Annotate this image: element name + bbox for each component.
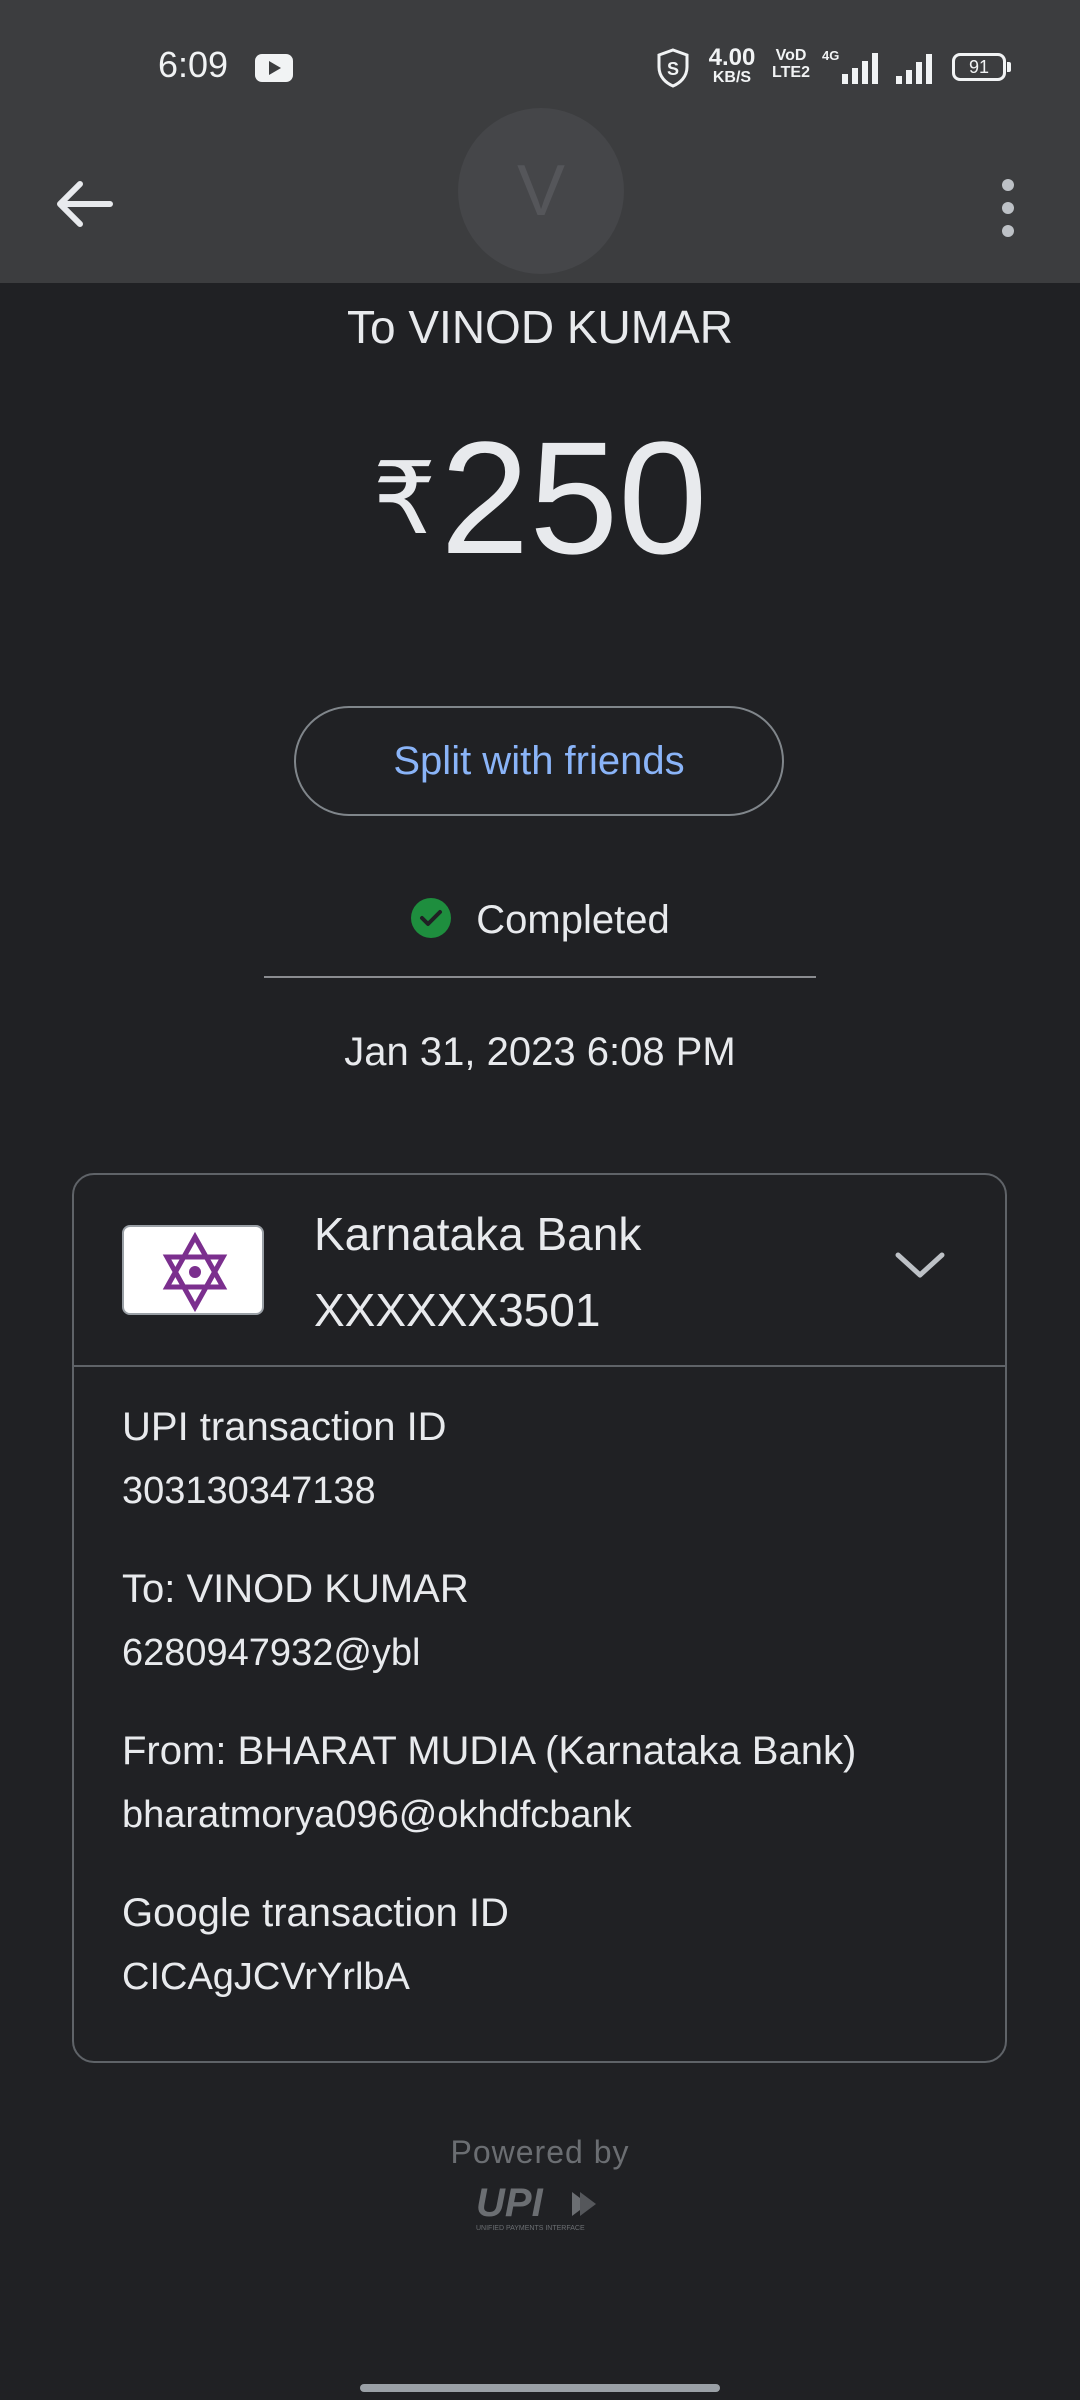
recipient-avatar: V <box>458 108 624 274</box>
volte-indicator: VoD LTE2 <box>772 47 810 82</box>
network-speed: 4.00 KB/S <box>704 46 760 86</box>
detail-value: bharatmorya096@okhdfcbank <box>122 1794 632 1836</box>
check-circle-icon <box>411 898 452 939</box>
svg-text:S: S <box>667 59 679 79</box>
detail-label: Google transaction ID <box>122 1891 509 1935</box>
powered-by-text: Powered by <box>450 2134 630 2170</box>
signal-icon <box>896 54 932 84</box>
detail-label: From: BHARAT MUDIA (Karnataka Bank) <box>122 1729 857 1773</box>
bank-account-number: XXXXXX3501 <box>314 1284 601 1336</box>
upi-logo-text: UPI <box>476 2181 544 2225</box>
bank-name: Karnataka Bank <box>314 1208 642 1260</box>
upi-logo: UPI UNIFIED PAYMENTS INTERFACE <box>476 2181 596 2232</box>
amount-value: 250 <box>440 408 708 587</box>
network-speed-value: 4.00 <box>708 44 756 71</box>
payment-status: Completed <box>0 898 1080 943</box>
split-with-friends-button[interactable]: Split with friends <box>294 706 784 816</box>
volte-line2: LTE2 <box>772 63 810 81</box>
volte-line1: VoD <box>775 47 807 64</box>
detail-label: UPI transaction ID <box>122 1405 447 1449</box>
shield-icon: S <box>657 48 689 88</box>
bank-account-row[interactable]: Karnataka Bank XXXXXX3501 <box>74 1175 1005 1367</box>
battery-level: 91 <box>968 57 990 77</box>
recipient-name: To VINOD KUMAR <box>347 301 733 353</box>
signal-4g-label: 4G <box>822 48 839 63</box>
detail-value: 303130347138 <box>122 1470 376 1512</box>
upi-tagline: UNIFIED PAYMENTS INTERFACE <box>476 2225 585 2232</box>
detail-to: To: VINOD KUMAR 6280947932@ybl <box>122 1559 982 1721</box>
back-arrow-icon[interactable] <box>44 164 124 244</box>
gesture-home-bar[interactable] <box>360 2384 720 2392</box>
transaction-details-card: Karnataka Bank XXXXXX3501 UPI transactio… <box>72 1173 1007 2063</box>
detail-value: CICAgJCVrYrlbA <box>122 1956 410 1998</box>
payment-datetime: Jan 31, 2023 6:08 PM <box>344 1030 736 1074</box>
network-speed-unit: KB/S <box>712 69 752 86</box>
detail-google-transaction-id: Google transaction ID CICAgJCVrYrlbA <box>122 1883 982 2045</box>
currency-symbol: ₹ <box>372 443 437 555</box>
detail-value: 6280947932@ybl <box>122 1632 421 1674</box>
signal-4g-icon: 4G <box>822 48 878 84</box>
detail-upi-transaction-id: UPI transaction ID 303130347138 <box>122 1397 982 1559</box>
chevron-down-icon[interactable] <box>892 1247 948 1283</box>
details-list: UPI transaction ID 303130347138 To: VINO… <box>122 1397 982 2045</box>
status-time: 6:09 <box>158 44 229 85</box>
bank-logo-icon <box>122 1225 264 1315</box>
status-text: Completed <box>476 898 670 942</box>
detail-label: To: VINOD KUMAR <box>122 1567 469 1611</box>
payment-amount: ₹250 <box>0 418 1080 578</box>
battery-icon: 91 <box>952 53 1011 81</box>
detail-from: From: BHARAT MUDIA (Karnataka Bank) bhar… <box>122 1721 982 1883</box>
status-divider <box>264 976 816 978</box>
more-options-icon[interactable] <box>990 173 1026 243</box>
youtube-notification-icon <box>255 54 293 82</box>
